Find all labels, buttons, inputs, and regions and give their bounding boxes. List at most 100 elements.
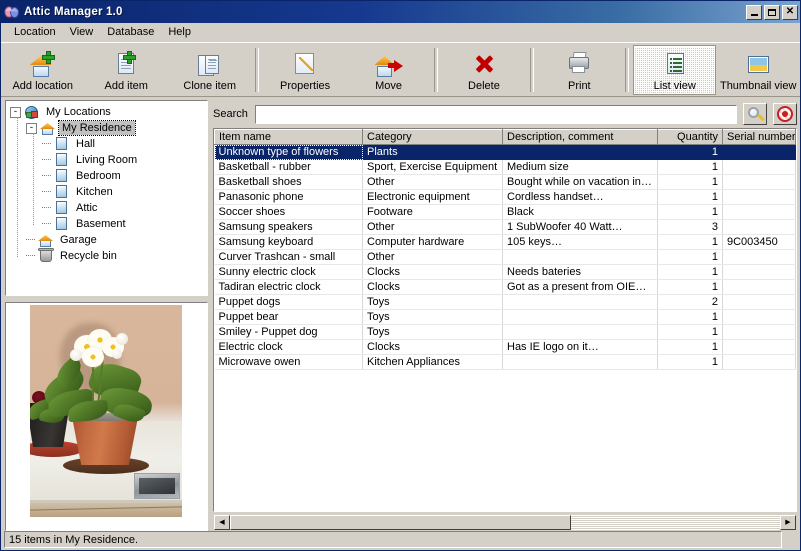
toolbar-label: List view — [653, 80, 696, 92]
table-row[interactable]: Samsung speakers Other 1 SubWoofer 40 Wa… — [214, 219, 796, 235]
search-button[interactable] — [743, 103, 767, 125]
list-view-icon — [661, 51, 689, 78]
tree-connector — [42, 159, 51, 161]
cell-category: Kitchen Appliances — [362, 354, 503, 370]
tree-node-living-room[interactable]: Living Room — [10, 152, 207, 168]
items-list[interactable]: Item name Category Description, comment … — [212, 127, 798, 513]
column-header-description[interactable]: Description, comment — [502, 129, 658, 145]
column-header-category[interactable]: Category — [362, 129, 503, 145]
table-row[interactable]: Tadiran electric clock Clocks Got as a p… — [214, 279, 796, 295]
cell-category: Other — [362, 249, 503, 265]
expander-icon[interactable]: - — [10, 106, 21, 118]
scroll-left-button[interactable]: ◀ — [214, 515, 230, 530]
left-panel: - My Locations - My Residence Hall Livin… — [4, 99, 209, 531]
cell-category: Clocks — [362, 279, 503, 295]
table-row[interactable]: Samsung keyboard Computer hardware 105 k… — [214, 234, 796, 250]
toolbar-button-delete[interactable]: Delete — [442, 45, 525, 95]
cell-description: Medium size — [502, 159, 658, 175]
toolbar-button-add-location[interactable]: Add location — [1, 45, 84, 95]
toolbar-button-thumbnail-view[interactable]: Thumbnail view — [716, 45, 799, 95]
page-icon — [54, 201, 70, 215]
window-controls: ✕ — [746, 4, 798, 20]
scroll-right-button[interactable]: ▶ — [780, 515, 796, 530]
tree-node-my-locations[interactable]: - My Locations — [10, 104, 207, 120]
print-icon — [565, 51, 593, 78]
cell-item-name: Samsung keyboard — [214, 234, 363, 250]
table-row[interactable]: Electric clock Clocks Has IE logo on it…… — [214, 339, 796, 355]
close-button[interactable]: ✕ — [782, 4, 798, 20]
maximize-button[interactable] — [764, 4, 780, 20]
cell-description — [502, 144, 658, 160]
column-header-quantity[interactable]: Quantity — [657, 129, 723, 145]
column-header-serial-number[interactable]: Serial number — [722, 129, 796, 145]
toolbar-button-clone-item[interactable]: Clone item — [168, 45, 251, 95]
expander-icon[interactable]: - — [26, 122, 37, 134]
tree-node-bedroom[interactable]: Bedroom — [10, 168, 207, 184]
toolbar-label: Add item — [104, 80, 148, 92]
clear-search-button[interactable] — [773, 103, 797, 125]
toolbar-label: Delete — [468, 80, 500, 92]
tree-node-hall[interactable]: Hall — [10, 136, 207, 152]
cell-quantity: 1 — [657, 174, 723, 190]
page-icon — [54, 137, 70, 151]
toolbar-separator — [529, 48, 534, 92]
cell-quantity: 1 — [657, 309, 723, 325]
table-row[interactable]: Smiley - Puppet dog Toys 1 — [214, 324, 796, 340]
table-row[interactable]: Basketball - rubber Sport, Exercise Equi… — [214, 159, 796, 175]
cell-quantity: 1 — [657, 234, 723, 250]
table-header-row: Item name Category Description, comment … — [214, 129, 796, 145]
cell-description: 1 SubWoofer 40 Watt… — [502, 219, 658, 235]
table-row[interactable]: Sunny electric clock Clocks Needs bateri… — [214, 264, 796, 280]
cell-description: 105 keys… — [502, 234, 658, 250]
table-row[interactable]: Curver Trashcan - small Other 1 — [214, 249, 796, 265]
toolbar-button-print[interactable]: Print — [538, 45, 621, 95]
cell-item-name: Tadiran electric clock — [214, 279, 363, 295]
toolbar-button-add-item[interactable]: Add item — [84, 45, 167, 95]
cell-description: Black — [502, 204, 658, 220]
minimize-button[interactable] — [746, 4, 762, 20]
menu-bar: Location View Database Help — [1, 23, 800, 42]
scrollbar-track[interactable] — [230, 515, 780, 530]
tree-node-recycle-bin[interactable]: Recycle bin — [10, 248, 207, 264]
toolbar-button-list-view[interactable]: List view — [632, 45, 717, 95]
cell-description: Cordless handset… — [502, 189, 658, 205]
location-tree[interactable]: - My Locations - My Residence Hall Livin… — [4, 99, 209, 297]
tree-node-garage[interactable]: Garage — [10, 232, 207, 248]
table-row[interactable]: Panasonic phone Electronic equipment Cor… — [214, 189, 796, 205]
item-photo-preview[interactable] — [5, 302, 208, 531]
menu-item-help[interactable]: Help — [161, 25, 198, 39]
toolbar-label: Move — [375, 80, 403, 92]
cell-item-name: Panasonic phone — [214, 189, 363, 205]
properties-icon — [291, 51, 319, 78]
cell-category: Other — [362, 174, 503, 190]
house-icon — [40, 121, 56, 135]
table-row[interactable]: Puppet dogs Toys 2 — [214, 294, 796, 310]
tree-node-basement[interactable]: Basement — [10, 216, 207, 232]
menu-item-database[interactable]: Database — [100, 25, 161, 39]
table-row[interactable]: Soccer shoes Footware Black 1 — [214, 204, 796, 220]
right-panel: Search Item name Category Description, c… — [212, 100, 798, 531]
toolbar-button-properties[interactable]: Properties — [263, 45, 346, 95]
search-input[interactable] — [253, 103, 739, 125]
cell-category: Clocks — [362, 339, 503, 355]
cell-serial — [722, 279, 796, 295]
menu-item-view[interactable]: View — [63, 25, 101, 39]
cell-serial — [722, 339, 796, 355]
tree-node-my-residence[interactable]: - My Residence — [10, 120, 207, 136]
delete-icon — [470, 51, 498, 78]
toolbar-button-move[interactable]: Move — [347, 45, 430, 95]
tree-node-attic[interactable]: Attic — [10, 200, 207, 216]
cell-category: Other — [362, 219, 503, 235]
column-header-item-name[interactable]: Item name — [214, 129, 363, 145]
cell-quantity: 3 — [657, 219, 723, 235]
table-row[interactable]: Puppet bear Toys 1 — [214, 309, 796, 325]
table-row[interactable]: Microwave owen Kitchen Appliances 1 — [214, 354, 796, 370]
tree-node-kitchen[interactable]: Kitchen — [10, 184, 207, 200]
search-input-field[interactable] — [258, 107, 733, 120]
cell-quantity: 1 — [657, 354, 723, 370]
scrollbar-thumb[interactable] — [230, 515, 571, 530]
table-row[interactable]: Unknown type of flowers Plants 1 — [214, 144, 796, 160]
menu-item-location[interactable]: Location — [7, 25, 63, 39]
horizontal-scrollbar[interactable]: ◀ ▶ — [213, 514, 797, 531]
table-row[interactable]: Basketball shoes Other Bought while on v… — [214, 174, 796, 190]
